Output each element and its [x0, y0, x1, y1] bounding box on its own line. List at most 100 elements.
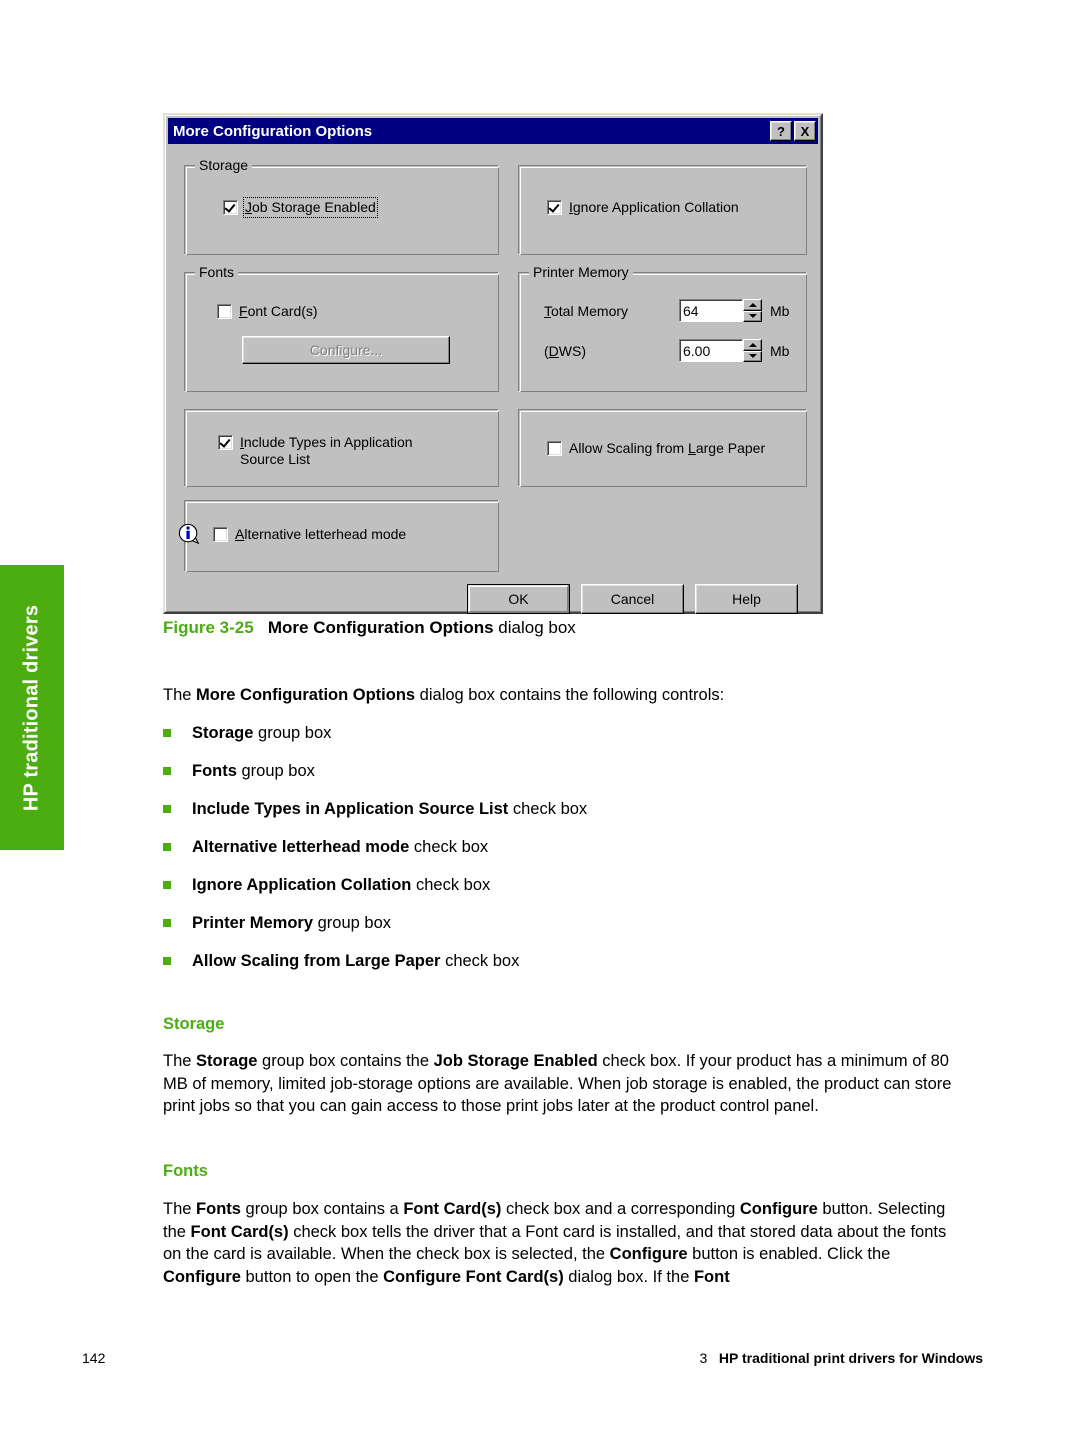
list-item-label: Allow Scaling from Large Paper check box [192, 952, 520, 970]
total-memory-increment-button[interactable] [743, 299, 762, 311]
list-item: Storage group box [163, 722, 963, 744]
total-memory-value[interactable]: 64 [679, 299, 743, 322]
font-cards-label: Font Card(s) [239, 303, 318, 319]
configure-button[interactable]: Configure... [242, 336, 450, 364]
ignore-application-collation-checkbox[interactable] [547, 200, 562, 215]
controls-bullet-list: Storage group box Fonts group box Include … [163, 722, 963, 988]
dws-spin-buttons[interactable] [743, 339, 762, 362]
list-item: Printer Memory group box [163, 912, 963, 934]
total-memory-label: Total Memory [544, 303, 629, 319]
storage-section-paragraph: The Storage group box contains the Job S… [163, 1052, 952, 1115]
storage-group-title: Storage [195, 157, 253, 173]
list-item-label: Ignore Application Collation check box [192, 876, 491, 894]
dws-increment-button[interactable] [743, 339, 762, 351]
ok-button[interactable]: OK [467, 584, 570, 614]
alternative-letterhead-checkbox[interactable] [213, 527, 228, 542]
bullet-square-icon [163, 843, 171, 851]
list-item-label: Storage group box [192, 724, 332, 742]
page-number: 142 [82, 1350, 106, 1366]
storage-section-heading: Storage [163, 1015, 225, 1033]
intro-post: dialog box contains the following contro… [415, 686, 725, 704]
alternative-letterhead-checkbox-row[interactable]: Alternative letterhead mode [213, 526, 406, 543]
include-types-checkbox[interactable] [218, 435, 233, 450]
list-item: Include Types in Application Source List… [163, 798, 963, 820]
footer-chapter: 3 HP traditional print drivers for Windo… [699, 1350, 983, 1366]
chevron-up-icon [748, 342, 757, 347]
dws-unit: Mb [770, 343, 790, 359]
bullet-square-icon [163, 767, 171, 775]
allow-scaling-checkbox-row[interactable]: Allow Scaling from Large Paper [547, 440, 765, 457]
job-storage-enabled-label: Job Storage Enabled [243, 197, 378, 218]
close-icon[interactable]: X [794, 121, 816, 141]
figure-suffix: dialog box [493, 618, 576, 637]
help-button-label: Help [732, 591, 761, 607]
footer-chapter-number: 3 [699, 1350, 708, 1366]
alternative-letterhead-label: Alternative letterhead mode [235, 526, 407, 542]
list-item-label: Printer Memory group box [192, 914, 392, 932]
more-configuration-options-dialog: More Configuration Options ? X Storage J… [163, 113, 823, 614]
intro-pre: The [163, 686, 197, 704]
fonts-group-title: Fonts [195, 264, 239, 280]
list-item: Allow Scaling from Large Paper check box [163, 950, 963, 972]
total-memory-decrement-button[interactable] [743, 310, 762, 322]
bullet-square-icon [163, 881, 171, 889]
help-button[interactable]: Help [695, 584, 798, 614]
help-titlebar-button[interactable]: ? [770, 121, 792, 141]
include-types-group-box: Include Types in Application Source List [184, 409, 499, 487]
chapter-side-tab: HP traditional drivers [0, 565, 64, 850]
list-item-label: Include Types in Application Source List… [192, 800, 588, 818]
storage-group-box: Storage Job Storage Enabled [184, 157, 499, 255]
dws-value[interactable]: 6.00 [679, 339, 743, 362]
footer-chapter-title: HP traditional print drivers for Windows [718, 1350, 983, 1366]
cancel-button[interactable]: Cancel [581, 584, 684, 614]
dialog-titlebar: More Configuration Options ? X [168, 118, 818, 144]
figure-caption: Figure 3-25 More Configuration Options d… [163, 618, 576, 638]
total-memory-unit: Mb [770, 303, 790, 319]
ignore-collation-group-box: Ignore Application Collation [518, 165, 807, 255]
figure-title: More Configuration Options [267, 618, 494, 637]
letterhead-group-box: Alternative letterhead mode [184, 500, 499, 572]
ignore-application-collation-label: Ignore Application Collation [569, 199, 739, 215]
bullet-square-icon [163, 957, 171, 965]
chapter-side-tab-label: HP traditional drivers [20, 604, 43, 811]
info-icon [178, 523, 200, 545]
dws-decrement-button[interactable] [743, 350, 762, 362]
total-memory-spinner[interactable]: 64 [679, 299, 762, 322]
include-types-label: Include Types in Application Source List [240, 434, 413, 467]
list-item: Ignore Application Collation check box [163, 874, 963, 896]
dialog-title: More Configuration Options [173, 122, 373, 140]
font-cards-checkbox[interactable] [217, 304, 232, 319]
allow-scaling-checkbox[interactable] [547, 441, 562, 456]
job-storage-enabled-checkbox-row[interactable]: Job Storage Enabled [223, 197, 378, 218]
total-memory-spin-buttons[interactable] [743, 299, 762, 322]
printer-memory-group-box: Printer Memory Total Memory 64 Mb (DWS) … [518, 264, 807, 392]
chevron-up-icon [748, 302, 757, 307]
dialog-client-area: Storage Job Storage Enabled Ignore Appli… [168, 147, 818, 614]
fonts-group-box: Fonts Font Card(s) Configure... [184, 264, 499, 392]
font-cards-checkbox-row[interactable]: Font Card(s) [217, 303, 318, 320]
bullet-square-icon [163, 919, 171, 927]
include-types-checkbox-row[interactable]: Include Types in Application Source List [218, 434, 413, 468]
ignore-application-collation-checkbox-row[interactable]: Ignore Application Collation [547, 199, 739, 216]
allow-scaling-label: Allow Scaling from Large Paper [569, 440, 766, 456]
chevron-down-icon [748, 314, 757, 319]
fonts-section-paragraph: The Fonts group box contains a Font Card… [163, 1200, 947, 1286]
job-storage-enabled-checkbox[interactable] [223, 200, 238, 215]
list-item: Alternative letterhead mode check box [163, 836, 963, 858]
dws-label: (DWS) [544, 343, 587, 359]
chevron-down-icon [748, 354, 757, 359]
cancel-button-label: Cancel [610, 591, 655, 607]
intro-paragraph: The More Configuration Options dialog bo… [163, 684, 923, 706]
bullet-square-icon [163, 729, 171, 737]
intro-bold: More Configuration Options [196, 686, 416, 704]
figure-number: Figure 3-25 [163, 618, 254, 637]
bullet-square-icon [163, 805, 171, 813]
list-item-label: Fonts group box [192, 762, 315, 780]
list-item: Fonts group box [163, 760, 963, 782]
dws-spinner[interactable]: 6.00 [679, 339, 762, 362]
ok-button-label: OK [469, 586, 568, 612]
configure-button-label: Configure... [309, 342, 383, 358]
list-item-label: Alternative letterhead mode check box [192, 838, 489, 856]
printer-memory-group-title: Printer Memory [529, 264, 633, 280]
fonts-section-heading: Fonts [163, 1162, 208, 1180]
